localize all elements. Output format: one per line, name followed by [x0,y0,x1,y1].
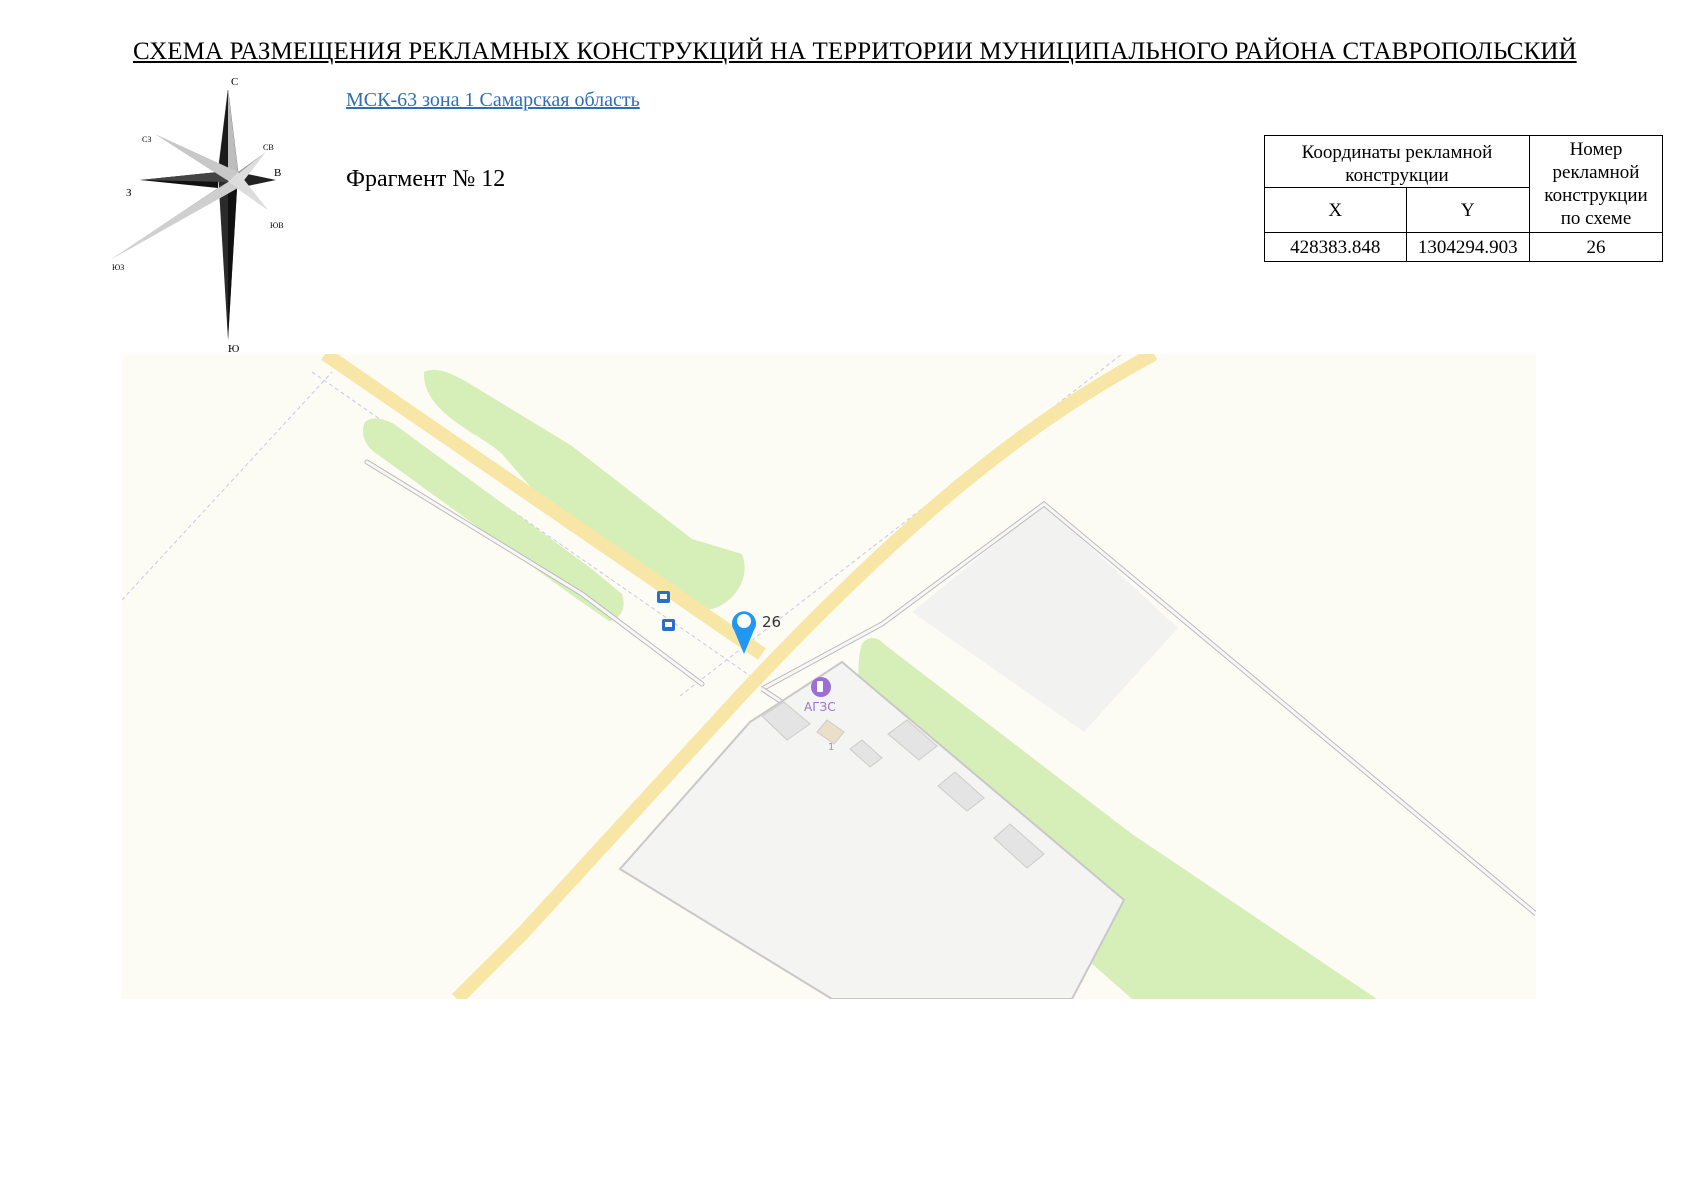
bus-stop-icon[interactable] [662,619,675,631]
compass-n: С [231,76,238,88]
compass-se: ЮВ [270,221,284,230]
compass-nw: СЗ [142,135,151,144]
col-y-header: Y [1405,187,1531,233]
fragment-label: Фрагмент № 12 [346,166,506,192]
map-canvas: 1 АГЗС 26 [121,347,1538,1004]
col-x-header: X [1264,187,1407,233]
cell-x: 428383.848 [1264,232,1407,262]
compass-star-icon [110,89,276,340]
compass-rose: С СВ В ЮВ Ю ЮЗ З СЗ [110,76,284,352]
gas-station-icon[interactable] [811,677,831,697]
cell-y: 1304294.903 [1405,232,1531,262]
compass-s: Ю [228,343,239,352]
coordinates-table: Координаты рекламной конструкции Номер р… [1264,135,1663,262]
marker-label: 26 [762,613,781,631]
map-fragment[interactable]: 1 АГЗС 26 [121,347,1538,1004]
compass-w: З [126,187,132,199]
bus-stop-icon[interactable] [657,591,670,603]
table-header-row: Координаты рекламной конструкции Номер р… [1264,135,1663,233]
cell-number: 26 [1529,232,1663,262]
gas-station-label: АГЗС [804,700,836,714]
compass-sw: ЮЗ [112,263,124,272]
header-number: Номер рекламной конструкции по схеме [1529,135,1663,233]
compass-e: В [274,167,281,179]
header-coords: Координаты рекламной конструкции [1264,135,1530,188]
page-title: СХЕМА РАЗМЕЩЕНИЯ РЕКЛАМНЫХ КОНСТРУКЦИЙ Н… [133,38,1577,65]
table-row: 428383.848 1304294.903 26 [1264,232,1663,262]
building-number: 1 [828,742,834,753]
crs-link[interactable]: МСК-63 зона 1 Самарская область [346,89,640,112]
compass-ne: СВ [263,143,274,152]
